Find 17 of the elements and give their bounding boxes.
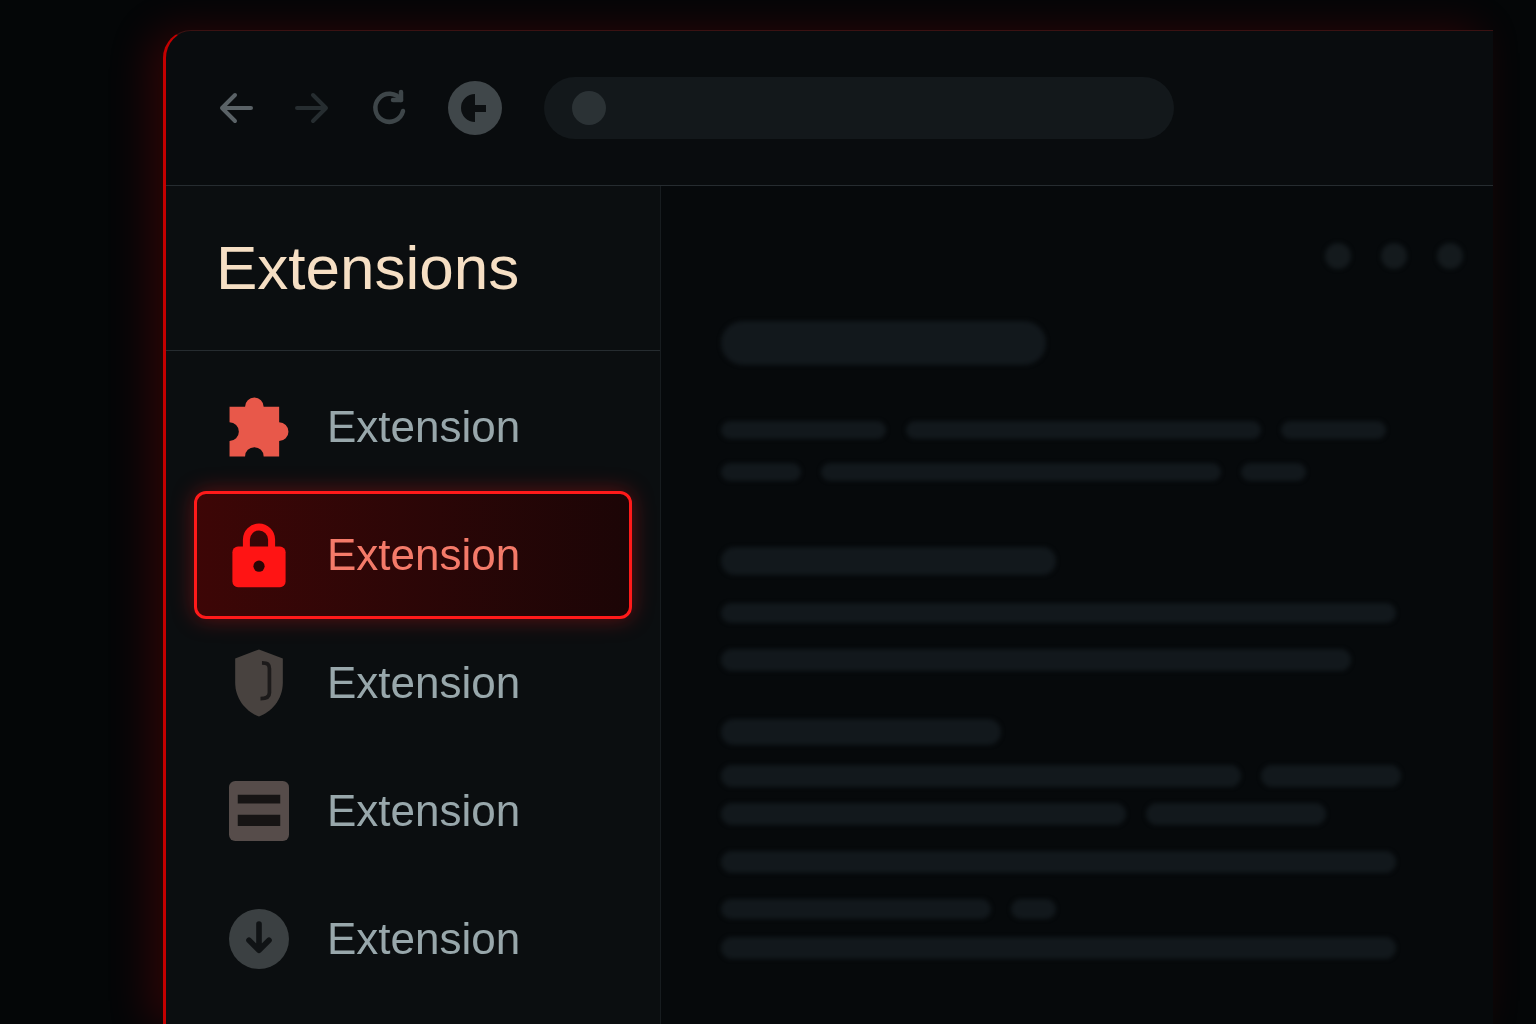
sidebar-title: Extensions: [216, 237, 520, 299]
sidebar-item[interactable]: Extension: [194, 619, 632, 747]
site-info-button[interactable]: [446, 79, 504, 137]
shield-icon: [233, 648, 285, 718]
arrow-right-icon: [294, 91, 330, 125]
sidebar-item[interactable]: Extension: [194, 747, 632, 875]
lock-icon: [231, 521, 287, 589]
site-info-icon: [448, 81, 502, 135]
download-icon: [229, 909, 289, 969]
puzzle-icon: [228, 396, 290, 458]
sidebar-item[interactable]: Extension: [194, 491, 632, 619]
sidebar-item[interactable]: Extension: [194, 363, 632, 491]
reload-icon: [370, 89, 408, 127]
sidebar-item[interactable]: Extension: [194, 875, 632, 1003]
card-icon: [229, 781, 289, 841]
site-dot-icon: [572, 91, 606, 125]
arrow-left-icon: [218, 91, 254, 125]
